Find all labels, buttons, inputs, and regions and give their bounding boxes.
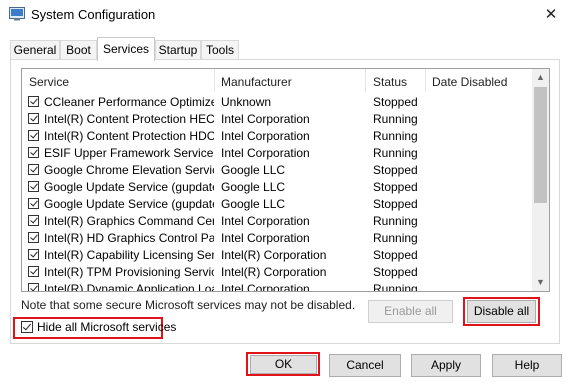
disable-all-button[interactable]: Disable all bbox=[467, 300, 536, 323]
service-status: Stopped bbox=[373, 163, 418, 177]
service-manufacturer: Intel Corporation bbox=[221, 112, 310, 126]
service-manufacturer: Intel(R) Corporation bbox=[221, 248, 327, 262]
table-row[interactable]: Intel(R) Content Protection HDC... Intel … bbox=[22, 128, 532, 145]
service-manufacturer: Google LLC bbox=[221, 180, 286, 194]
apply-button[interactable]: Apply bbox=[411, 354, 481, 377]
column-header-status[interactable]: Status bbox=[373, 75, 407, 89]
table-row[interactable]: Intel(R) TPM Provisioning Service Intel(R… bbox=[22, 264, 532, 281]
service-name: Google Chrome Elevation Servic... bbox=[44, 163, 214, 177]
service-checkbox[interactable] bbox=[28, 96, 39, 107]
service-status: Running bbox=[373, 129, 418, 143]
services-list[interactable]: Service Manufacturer Status Date Disable… bbox=[21, 68, 550, 292]
service-manufacturer: Google LLC bbox=[221, 163, 286, 177]
cancel-button[interactable]: Cancel bbox=[329, 354, 401, 377]
service-manufacturer: Google LLC bbox=[221, 197, 286, 211]
service-checkbox[interactable] bbox=[28, 181, 39, 192]
service-status: Stopped bbox=[373, 265, 418, 279]
enable-all-button[interactable]: Enable all bbox=[368, 300, 453, 323]
service-name: Intel(R) Graphics Command Cen... bbox=[44, 214, 214, 228]
column-header-service[interactable]: Service bbox=[29, 75, 69, 89]
service-checkbox[interactable] bbox=[28, 130, 39, 141]
hide-microsoft-services-checkbox[interactable] bbox=[21, 321, 33, 333]
hide-microsoft-services-label[interactable]: Hide all Microsoft services bbox=[37, 320, 176, 334]
table-row[interactable]: Intel(R) Dynamic Application Loa... Intel… bbox=[22, 281, 532, 292]
tab-general[interactable]: General bbox=[10, 40, 60, 59]
service-name: Google Update Service (gupdate) bbox=[44, 180, 214, 194]
service-name: ESIF Upper Framework Service bbox=[44, 146, 214, 160]
service-status: Running bbox=[373, 214, 418, 228]
service-status: Stopped bbox=[373, 180, 418, 194]
service-checkbox[interactable] bbox=[28, 283, 39, 291]
service-status: Stopped bbox=[373, 197, 418, 211]
scroll-thumb[interactable] bbox=[534, 87, 547, 203]
service-checkbox[interactable] bbox=[28, 147, 39, 158]
service-manufacturer: Intel Corporation bbox=[221, 129, 310, 143]
scroll-down-icon[interactable]: ▼ bbox=[532, 274, 549, 291]
service-manufacturer: Intel(R) Corporation bbox=[221, 265, 327, 279]
service-name: CCleaner Performance Optimizer... bbox=[44, 95, 214, 109]
column-header-date-disabled[interactable]: Date Disabled bbox=[432, 75, 507, 89]
close-icon: ✕ bbox=[544, 6, 558, 23]
table-row[interactable]: Intel(R) Graphics Command Cen... Intel Co… bbox=[22, 213, 532, 230]
service-manufacturer: Intel Corporation bbox=[221, 231, 310, 245]
table-row[interactable]: Intel(R) HD Graphics Control Pa... Intel … bbox=[22, 230, 532, 247]
service-checkbox[interactable] bbox=[28, 232, 39, 243]
tab-services[interactable]: Services bbox=[97, 37, 155, 61]
table-row[interactable]: Intel(R) Content Protection HEC... Intel … bbox=[22, 111, 532, 128]
service-checkbox[interactable] bbox=[28, 164, 39, 175]
service-checkbox[interactable] bbox=[28, 266, 39, 277]
service-status: Stopped bbox=[373, 95, 418, 109]
table-row[interactable]: Intel(R) Capability Licensing Ser... Inte… bbox=[22, 247, 532, 264]
service-status: Running bbox=[373, 112, 418, 126]
ok-button[interactable]: OK bbox=[250, 355, 317, 374]
service-checkbox[interactable] bbox=[28, 113, 39, 124]
service-name: Intel(R) Dynamic Application Loa... bbox=[44, 282, 214, 292]
table-row[interactable]: Google Update Service (gupdate) Google LL… bbox=[22, 179, 532, 196]
vertical-scrollbar[interactable]: ▲ ▼ bbox=[532, 69, 549, 291]
service-manufacturer: Unknown bbox=[221, 95, 272, 109]
close-button[interactable]: ✕ bbox=[540, 6, 562, 24]
column-divider[interactable] bbox=[425, 69, 426, 92]
service-status: Stopped bbox=[373, 248, 418, 262]
column-divider[interactable] bbox=[214, 69, 215, 92]
service-manufacturer: Intel Corporation bbox=[221, 214, 310, 228]
service-checkbox[interactable] bbox=[28, 198, 39, 209]
service-manufacturer: Intel Corporation bbox=[221, 146, 310, 160]
tab-tools[interactable]: Tools bbox=[201, 40, 239, 59]
service-name: Google Update Service (gupdatem) bbox=[44, 197, 214, 211]
service-status: Running bbox=[373, 231, 418, 245]
service-status: Running bbox=[373, 146, 418, 160]
service-checkbox[interactable] bbox=[28, 249, 39, 260]
service-status: Running bbox=[373, 282, 418, 292]
tab-boot[interactable]: Boot bbox=[60, 40, 97, 59]
service-name: Intel(R) Capability Licensing Ser... bbox=[44, 248, 214, 262]
scroll-up-icon[interactable]: ▲ bbox=[532, 69, 549, 86]
title-bar: System Configuration ✕ bbox=[0, 0, 572, 30]
column-divider[interactable] bbox=[365, 69, 366, 92]
tab-startup[interactable]: Startup bbox=[155, 40, 201, 59]
system-config-icon bbox=[9, 7, 25, 21]
window-title: System Configuration bbox=[31, 7, 156, 22]
service-name: Intel(R) HD Graphics Control Pa... bbox=[44, 231, 214, 245]
column-header-manufacturer[interactable]: Manufacturer bbox=[221, 75, 292, 89]
service-name: Intel(R) Content Protection HEC... bbox=[44, 112, 214, 126]
table-row[interactable]: Google Update Service (gupdatem) Google L… bbox=[22, 196, 532, 213]
table-row[interactable]: ESIF Upper Framework Service Intel Corpor… bbox=[22, 145, 532, 162]
service-manufacturer: Intel Corporation bbox=[221, 282, 310, 292]
secure-services-note: Note that some secure Microsoft services… bbox=[21, 298, 356, 312]
table-row[interactable]: Google Chrome Elevation Servic... Google … bbox=[22, 162, 532, 179]
table-row[interactable]: CCleaner Performance Optimizer... Unknown… bbox=[22, 94, 532, 111]
help-button[interactable]: Help bbox=[492, 354, 562, 377]
service-name: Intel(R) TPM Provisioning Service bbox=[44, 265, 214, 279]
service-name: Intel(R) Content Protection HDC... bbox=[44, 129, 214, 143]
service-checkbox[interactable] bbox=[28, 215, 39, 226]
